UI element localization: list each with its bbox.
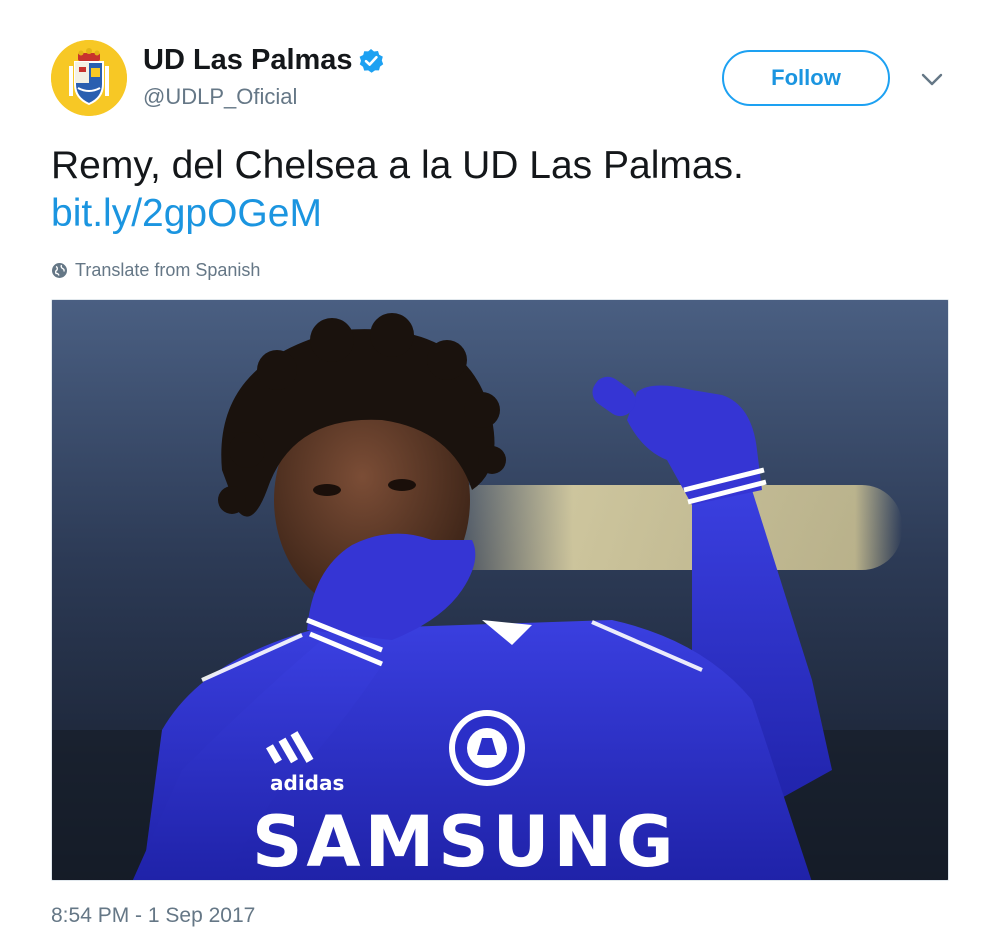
globe-icon xyxy=(52,262,67,278)
more-options-caret[interactable] xyxy=(918,68,946,92)
photo-illustration: adidas SAMSUNG xyxy=(52,300,948,881)
avatar[interactable] xyxy=(51,40,127,116)
tweet-photo[interactable]: adidas SAMSUNG xyxy=(51,299,949,881)
chevron-down-icon xyxy=(921,73,943,86)
tweet-body: Remy, del Chelsea a la UD Las Palmas. xyxy=(51,144,744,187)
author-handle[interactable]: @UDLP_Oficial xyxy=(143,84,297,110)
tweet-text: Remy, del Chelsea a la UD Las Palmas. bi… xyxy=(51,142,951,238)
ud-las-palmas-crest-icon xyxy=(51,40,127,116)
verified-badge-icon xyxy=(359,49,384,73)
tweet-link[interactable]: bit.ly/2gpOGeM xyxy=(51,190,322,238)
follow-button[interactable]: Follow xyxy=(722,50,890,106)
translate-button[interactable]: Translate from Spanish xyxy=(51,258,260,282)
translate-label: Translate from Spanish xyxy=(75,259,261,280)
author-name[interactable]: UD Las Palmas xyxy=(143,44,353,77)
jersey-brand: adidas xyxy=(270,771,344,795)
jersey-sponsor: SAMSUNG xyxy=(252,801,678,881)
tweet-timestamp[interactable]: 8:54 PM - 1 Sep 2017 xyxy=(51,904,255,928)
